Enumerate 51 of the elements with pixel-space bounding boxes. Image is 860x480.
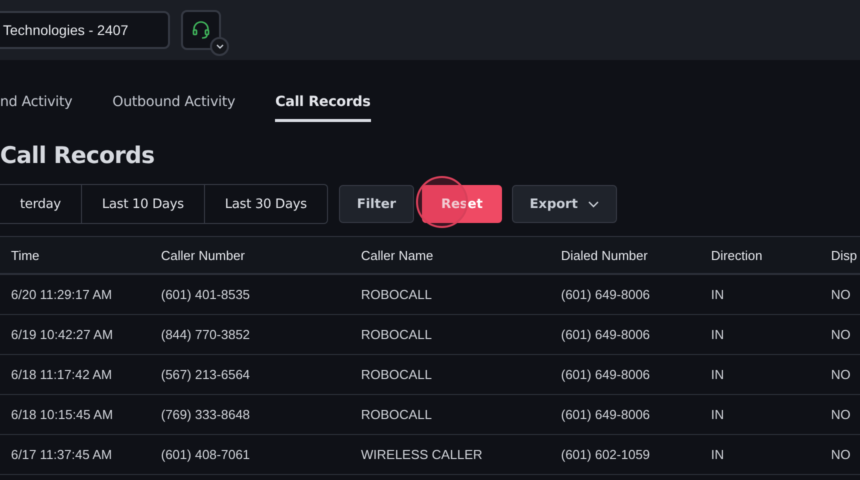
table-cell-text: ROBOCALL	[361, 327, 433, 342]
headset-button[interactable]	[181, 10, 221, 50]
table-cell-text: (601) 401-8535	[161, 287, 251, 302]
table-cell-text: NO	[831, 407, 852, 422]
table-cell-text: WIRELESS CALLER	[361, 447, 484, 462]
table-cell-text: (601) 649-8006	[561, 327, 651, 342]
column-header: Disp	[831, 248, 858, 262]
table-cell-text: NO	[831, 447, 852, 462]
table-cell-text: NO	[831, 367, 852, 382]
table-cell-text: NO	[831, 287, 852, 302]
page-title: Call Records	[0, 142, 156, 171]
table-cell-text: 6/17 11:37:45 AM	[11, 447, 113, 462]
date-range-button[interactable]: Last 10 Days	[80, 185, 204, 223]
tab[interactable]: Call Records	[275, 94, 370, 122]
table-cell-text: IN	[711, 447, 725, 462]
headset-icon	[191, 20, 211, 40]
table-cell-text: ROBOCALL	[361, 367, 433, 382]
table-cell-text: (601) 649-8006	[561, 407, 651, 422]
table-cell-text: IN	[711, 407, 725, 422]
column-header: Caller Number	[161, 248, 246, 262]
table-cell-text: 6/18 10:15:45 AM	[11, 407, 114, 422]
table-cell-text: NO	[831, 327, 852, 342]
table-cell-text: (601) 408-7061	[161, 447, 251, 462]
column-header: Caller Name	[361, 248, 434, 262]
table-cell-text: IN	[711, 287, 725, 302]
table-cell-text: (844) 770-3852	[161, 327, 251, 342]
dropdown-toggle[interactable]	[210, 37, 229, 56]
table-cell-text: 6/18 11:17:42 AM	[11, 367, 113, 382]
table-cell-text: (769) 333-8648	[161, 407, 251, 422]
table-cell-text: 6/19 10:42:27 AM	[11, 327, 114, 342]
table-cell-text: IN	[711, 367, 725, 382]
account-field[interactable]: Technologies - 2407	[0, 11, 170, 49]
table-cell-text: (601) 649-8006	[561, 287, 651, 302]
filter-button[interactable]: Filter	[338, 185, 414, 223]
tab[interactable]: Outbound Activity	[112, 94, 236, 122]
export-button[interactable]: Export	[512, 185, 617, 223]
chevron-down-icon	[216, 44, 224, 50]
column-header: Direction	[711, 248, 764, 262]
table-cell-text: ROBOCALL	[361, 407, 433, 422]
table-cell-text: 6/20 11:29:17 AM	[11, 287, 113, 302]
table-cell-text: ROBOCALL	[361, 287, 433, 302]
tab[interactable]: nd Activity	[0, 94, 72, 122]
table-cell-text: (601) 649-8006	[561, 367, 651, 382]
table-cell-text: IN	[711, 327, 725, 342]
chevron-down-icon	[588, 200, 599, 208]
column-header: Dialed Number	[561, 248, 649, 262]
table-cell-text: (567) 213-6564	[161, 367, 251, 382]
date-range-button[interactable]: Last 30 Days	[204, 185, 327, 223]
table-cell-text: (601) 602-1059	[561, 447, 651, 462]
date-range-button[interactable]: terday	[0, 185, 81, 223]
column-header: Time	[11, 248, 40, 262]
